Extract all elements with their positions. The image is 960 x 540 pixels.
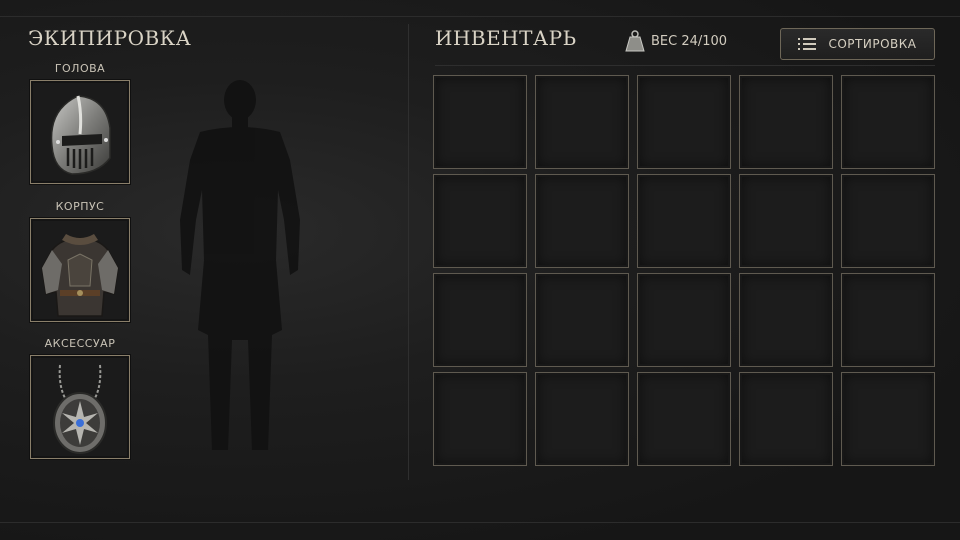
inventory-cell[interactable]	[739, 273, 833, 367]
inventory-cell[interactable]	[637, 372, 731, 466]
inventory-cell[interactable]	[637, 75, 731, 169]
weight-indicator: ВЕС 24/100	[625, 30, 727, 52]
inventory-cell[interactable]	[535, 372, 629, 466]
inventory-cell[interactable]	[433, 75, 527, 169]
inventory-title: ИНВЕНТАРЬ	[435, 26, 577, 50]
inventory-cell[interactable]	[841, 174, 935, 268]
panel-divider	[408, 24, 409, 480]
inventory-cell[interactable]	[739, 174, 833, 268]
character-silhouette	[180, 80, 300, 450]
list-icon	[798, 38, 817, 50]
equip-slot-accessory[interactable]	[30, 355, 130, 459]
slot-label-body: КОРПУС	[55, 200, 105, 213]
weight-icon	[625, 30, 645, 52]
top-rule	[0, 16, 960, 17]
armor-icon	[41, 234, 119, 317]
equip-slot-body[interactable]	[30, 218, 130, 322]
inventory-cell[interactable]	[841, 372, 935, 466]
equipment-title: ЭКИПИРОВКА	[28, 26, 192, 50]
inventory-screen: ЭКИПИРОВКА ГОЛОВА КОРПУС АКСЕССУАР ИНВЕН…	[0, 0, 960, 540]
slot-label-accessory: АКСЕССУАР	[44, 337, 116, 350]
inventory-grid	[433, 75, 935, 466]
inventory-cell[interactable]	[433, 273, 527, 367]
sort-button[interactable]: СОРТИРОВКА	[780, 28, 935, 60]
inventory-cell[interactable]	[433, 174, 527, 268]
inventory-cell[interactable]	[637, 174, 731, 268]
amulet-icon	[53, 364, 107, 454]
slot-label-head: ГОЛОВА	[54, 62, 106, 75]
inventory-cell[interactable]	[841, 75, 935, 169]
equip-slot-head[interactable]	[30, 80, 130, 184]
weight-label: ВЕС 24/100	[651, 33, 728, 49]
inventory-cell[interactable]	[637, 273, 731, 367]
inventory-cell[interactable]	[739, 372, 833, 466]
inventory-cell[interactable]	[535, 273, 629, 367]
inventory-cell[interactable]	[535, 75, 629, 169]
bottom-rule	[0, 522, 960, 523]
inventory-rule	[435, 65, 935, 66]
inventory-cell[interactable]	[535, 174, 629, 268]
inventory-cell[interactable]	[433, 372, 527, 466]
helmet-icon	[50, 95, 111, 175]
inventory-cell[interactable]	[841, 273, 935, 367]
sort-button-label: СОРТИРОВКА	[828, 37, 917, 51]
inventory-cell[interactable]	[739, 75, 833, 169]
